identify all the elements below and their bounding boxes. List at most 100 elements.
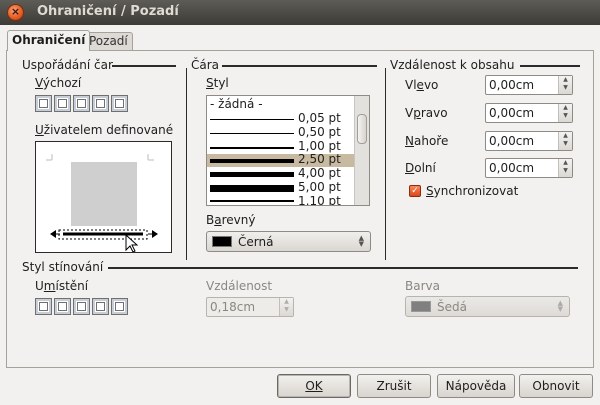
close-icon[interactable]: ×: [7, 4, 24, 21]
reset-button[interactable]: Obnovit: [519, 374, 593, 398]
shadow-none-box[interactable]: [35, 298, 52, 315]
corner-markers: [46, 154, 154, 161]
shadow-distance-value: 0,18cm: [210, 300, 256, 314]
arrow-left-icon: [50, 230, 56, 238]
window-title: Ohraničení / Pozadí: [37, 4, 179, 19]
help-button[interactable]: Nápověda: [437, 374, 515, 398]
preset-outer-inner-box[interactable]: [73, 95, 90, 112]
line-sample: [210, 159, 294, 163]
preset-icon: [58, 99, 67, 108]
divider: [385, 68, 386, 260]
bottom-spacing-value: 0,00cm: [489, 161, 535, 175]
line-sample: [210, 119, 294, 120]
line-arrangement-heading: Uspořádání čar: [22, 58, 113, 72]
right-spacing-value: 0,00cm: [489, 106, 535, 120]
right-label: Vpravo: [405, 106, 448, 120]
default-label-text: ýchozí: [42, 76, 82, 90]
bottom-spacing-field[interactable]: 0,00cm ▲ ▼: [485, 158, 573, 178]
preset-icon: [77, 99, 86, 108]
shadow-top-left-box[interactable]: [111, 298, 128, 315]
list-scrollbar[interactable]: [354, 96, 369, 205]
spin-buttons[interactable]: ▲ ▼: [279, 298, 293, 316]
color-swatch: [212, 236, 232, 247]
tab-borders[interactable]: Ohraničení: [7, 30, 91, 51]
list-item[interactable]: - žádná -: [207, 97, 355, 111]
divider: [108, 267, 578, 269]
shadow-distance-field[interactable]: 0,18cm ▲ ▼: [206, 297, 294, 317]
spin-buttons[interactable]: ▲ ▼: [558, 159, 572, 177]
line-sample: [210, 172, 294, 177]
shadow-bottom-left-box[interactable]: [92, 298, 109, 315]
border-preview[interactable]: [35, 141, 172, 253]
list-item[interactable]: 1,10 pt: [207, 194, 355, 205]
help-button-label: Nápověda: [445, 379, 507, 393]
spin-buttons[interactable]: ▲ ▼: [558, 76, 572, 94]
left-label: Vlevo: [405, 78, 439, 92]
style-value: 4,00 pt: [298, 166, 341, 180]
line-sample: [210, 200, 294, 202]
scrollbar-thumb[interactable]: [357, 114, 367, 144]
updown-arrow-icon: ▲ ▼: [557, 299, 563, 313]
title-bar: × Ohraničení / Pozadí: [0, 0, 600, 25]
left-spacing-value: 0,00cm: [489, 78, 535, 92]
color-swatch: [411, 301, 431, 312]
style-value: 0,50 pt: [298, 125, 341, 139]
right-spacing-field[interactable]: 0,00cm ▲ ▼: [485, 103, 573, 123]
position-label: Umístění: [35, 279, 89, 293]
mouse-cursor-icon: [125, 233, 139, 253]
ok-button[interactable]: OK: [277, 374, 351, 398]
arrow-right-icon: [152, 230, 158, 238]
shadow-bottom-right-box[interactable]: [54, 298, 71, 315]
tab-background[interactable]: Pozadí: [84, 32, 133, 50]
style-value: 2,50 pt: [298, 152, 341, 166]
preset-outer-hv-box[interactable]: [92, 95, 109, 112]
divider: [112, 65, 176, 67]
line-color-select[interactable]: Černá ▲ ▼: [206, 231, 371, 252]
shadow-icon: [77, 302, 86, 311]
preset-outer-no-inner-box[interactable]: [111, 95, 128, 112]
divider: [520, 65, 580, 67]
top-spacing-field[interactable]: 0,00cm ▲ ▼: [485, 131, 573, 151]
ok-button-label: OK: [305, 379, 323, 393]
spacing-heading: Vzdálenost k obsahu: [390, 58, 515, 72]
style-value: 1,00 pt: [298, 139, 341, 153]
bottom-label: Dolní: [405, 161, 436, 175]
preset-none-box[interactable]: [35, 95, 52, 112]
shadow-icon: [115, 302, 124, 311]
user-defined-label: Uživatelem definované: [35, 123, 174, 137]
shadow-color-value: Šedá: [437, 300, 467, 314]
line-style-list[interactable]: - žádná - 0,05 pt 0,50 pt 1,00 pt 2,50 p…: [206, 95, 370, 206]
top-label: Nahoře: [405, 134, 449, 148]
line-heading: Čára: [191, 58, 220, 72]
line-color-value: Černá: [238, 235, 274, 249]
distance-label: Vzdálenost: [206, 279, 273, 293]
line-sample: [210, 147, 294, 149]
divider: [222, 65, 377, 67]
line-sample: [210, 185, 294, 192]
left-spacing-field[interactable]: 0,00cm ▲ ▼: [485, 75, 573, 95]
spin-buttons[interactable]: ▲ ▼: [558, 104, 572, 122]
shadow-heading: Styl stínování: [22, 260, 104, 274]
line-sample: [210, 133, 294, 134]
border-preview-canvas: [46, 154, 158, 253]
shadow-icon: [96, 302, 105, 311]
preset-icon: [115, 99, 124, 108]
cancel-button-label: Zrušit: [376, 379, 412, 393]
divider: [186, 68, 187, 260]
preset-icon: [39, 99, 48, 108]
preset-icon: [96, 99, 105, 108]
sync-label[interactable]: Synchronizovat: [426, 184, 518, 198]
default-label: Výchozí: [35, 76, 82, 90]
content-area: [71, 162, 137, 226]
shadow-color-select[interactable]: Šedá ▲ ▼: [405, 296, 570, 317]
sync-checkbox[interactable]: ✓: [409, 185, 421, 197]
style-label: Styl: [206, 76, 229, 90]
top-spacing-value: 0,00cm: [489, 134, 535, 148]
cancel-button[interactable]: Zrušit: [357, 374, 431, 398]
shadow-icon: [58, 302, 67, 311]
updown-arrow-icon: ▲ ▼: [358, 234, 364, 248]
shadow-color-label: Barva: [405, 279, 440, 293]
preset-outer-box[interactable]: [54, 95, 71, 112]
shadow-top-right-box[interactable]: [73, 298, 90, 315]
spin-buttons[interactable]: ▲ ▼: [558, 132, 572, 150]
